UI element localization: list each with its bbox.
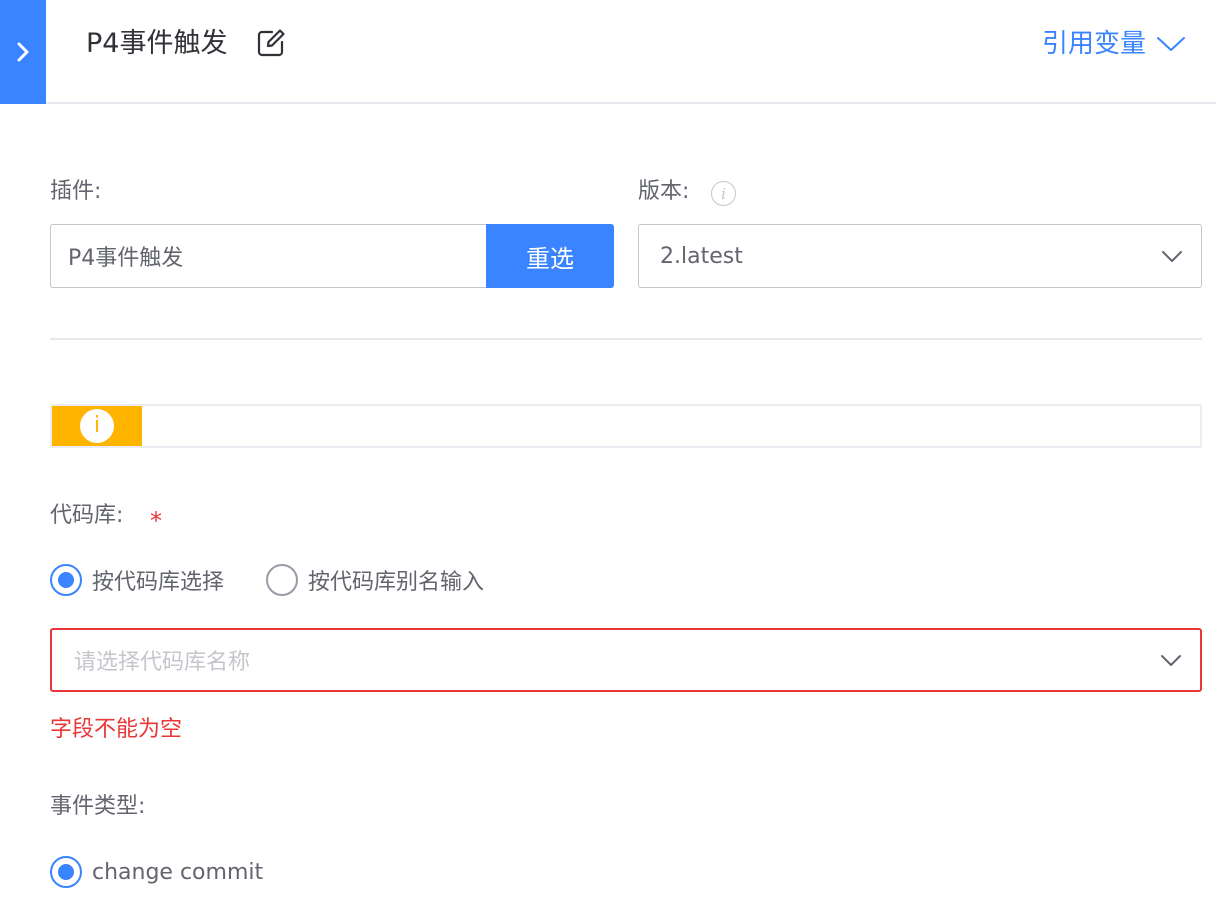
version-select[interactable]: 2.latest (638, 224, 1202, 288)
version-label: 版本: (638, 179, 690, 204)
radio-label: change commit (92, 859, 264, 885)
radio-change-commit[interactable]: change commit (50, 856, 263, 888)
radio-button[interactable] (50, 856, 82, 888)
radio-button[interactable] (266, 564, 298, 596)
section-divider (50, 338, 1202, 340)
event-type-label: 事件类型: (50, 794, 146, 819)
chevron-down-icon (1161, 655, 1181, 666)
reselect-button[interactable]: 重选 (486, 224, 614, 288)
edit-icon[interactable] (256, 28, 286, 58)
header: P4事件触发 引用变量 (0, 0, 1216, 104)
repo-label: 代码库: (50, 503, 124, 528)
radio-label: 按代码库选择 (92, 570, 225, 595)
required-marker: * (150, 507, 162, 535)
chevron-right-icon (17, 42, 29, 62)
reference-variable-dropdown[interactable]: 引用变量 (1042, 24, 1186, 64)
plugin-label: 插件: (50, 179, 102, 204)
radio-button[interactable] (50, 564, 82, 596)
expand-panel-button[interactable] (0, 0, 46, 104)
radio-select-by-repo[interactable]: 按代码库选择 (50, 564, 224, 596)
radio-input-by-alias[interactable]: 按代码库别名输入 (266, 564, 484, 596)
repo-name-select[interactable]: 请选择代码库名称 (50, 628, 1202, 692)
plugin-input[interactable]: P4事件触发 (50, 224, 488, 288)
notice-badge: i (52, 406, 142, 446)
chevron-down-icon (1157, 37, 1185, 51)
notice-bar: i (50, 404, 1202, 448)
reference-variable-label: 引用变量 (1041, 29, 1146, 59)
info-icon: i (80, 409, 114, 443)
radio-label: 按代码库别名输入 (308, 570, 485, 595)
validation-error: 字段不能为空 (50, 717, 183, 742)
chevron-down-icon (1162, 251, 1182, 262)
info-icon[interactable]: i (711, 181, 736, 206)
version-value: 2.latest (660, 243, 743, 269)
page-title: P4事件触发 (86, 28, 228, 59)
repo-name-placeholder: 请选择代码库名称 (74, 650, 251, 675)
